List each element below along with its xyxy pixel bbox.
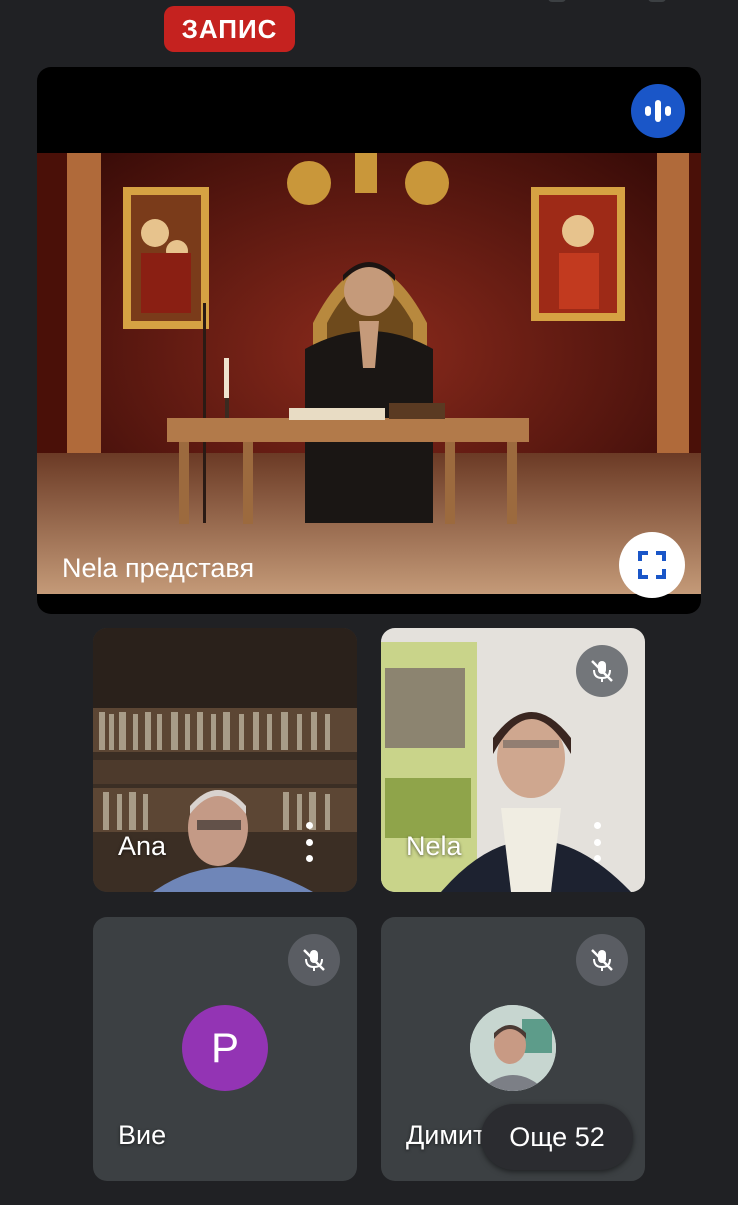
meet-screen: ЗАПИС Nela представя Ana Nela P Вие Дими… xyxy=(0,0,738,1205)
more-options-button[interactable] xyxy=(297,822,321,862)
more-options-button[interactable] xyxy=(585,822,609,862)
avatar: P xyxy=(182,1005,268,1091)
avatar xyxy=(470,1005,556,1091)
participant-tile-ana[interactable]: Ana xyxy=(93,628,357,892)
more-vert-icon xyxy=(593,822,601,829)
fullscreen-button[interactable] xyxy=(619,532,685,598)
church-scene-image xyxy=(37,153,701,594)
participant-name: Ana xyxy=(118,831,167,861)
recording-badge: ЗАПИС xyxy=(164,6,295,52)
participant-name: Nela xyxy=(406,831,462,861)
mic-off-icon xyxy=(288,934,340,986)
presentation-tile[interactable]: Nela представя xyxy=(37,67,701,614)
fullscreen-icon xyxy=(638,551,666,579)
presenter-label: Nela представя xyxy=(62,553,255,583)
more-vert-icon xyxy=(305,822,313,829)
presentation-video xyxy=(37,153,701,594)
participant-name: Вие xyxy=(118,1120,167,1150)
participant-tile-nela[interactable]: Nela xyxy=(381,628,645,892)
more-participants-button[interactable]: Още 52 xyxy=(481,1104,633,1170)
mic-off-icon xyxy=(576,934,628,986)
status-dot xyxy=(548,0,566,2)
status-dot xyxy=(648,0,666,2)
audio-bars-icon xyxy=(631,84,685,138)
mic-off-icon xyxy=(576,645,628,697)
participant-tile-you[interactable]: P Вие xyxy=(93,917,357,1181)
